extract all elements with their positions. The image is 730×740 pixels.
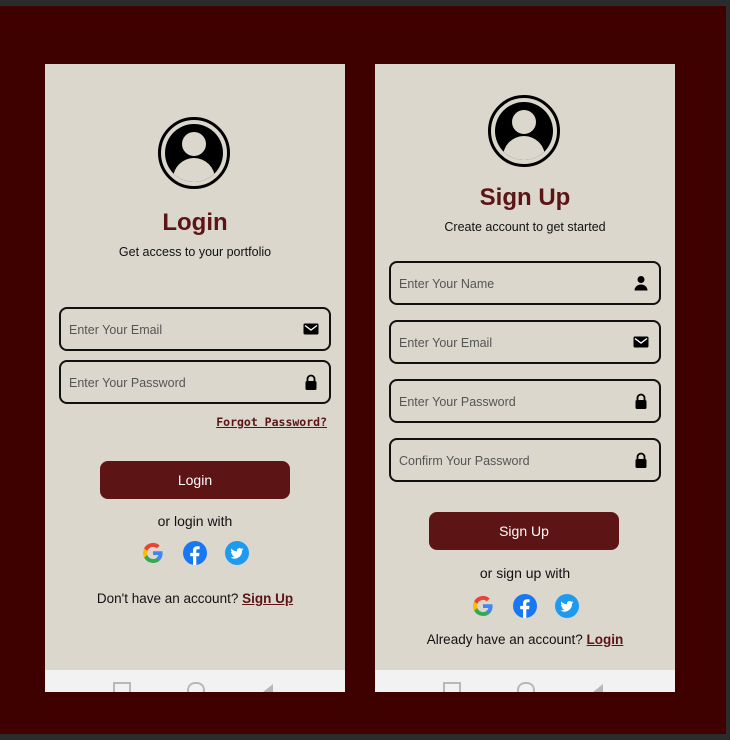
signup-confirm-field[interactable] [389,438,661,482]
signup-link[interactable]: Sign Up [242,591,293,606]
signup-name-field[interactable] [389,261,661,305]
signup-password-field[interactable] [389,379,661,423]
signup-subtitle: Create account to get started [444,220,606,234]
status-bar [45,64,345,68]
signup-name-input[interactable] [397,263,621,305]
google-icon[interactable] [471,594,495,618]
person-icon [634,276,648,291]
user-avatar-icon [158,117,230,189]
login-screen: Login Get access to your portfolio Forgo… [45,64,345,692]
recents-icon[interactable] [443,682,461,692]
signup-title: Sign Up [479,184,571,211]
user-avatar-icon [488,95,560,167]
recents-icon[interactable] [113,682,131,692]
twitter-icon[interactable] [225,541,250,565]
signup-password-input[interactable] [397,381,621,423]
login-button[interactable]: Login [100,461,290,499]
login-footer-text: Don't have an account? [96,591,243,606]
login-email-input[interactable] [67,309,291,351]
facebook-icon[interactable] [513,594,537,618]
signup-social-row [375,594,675,620]
signup-button[interactable]: Sign Up [429,512,619,550]
login-title: Login [162,209,228,236]
twitter-icon[interactable] [555,594,580,618]
google-icon[interactable] [141,541,165,565]
signup-email-input[interactable] [397,322,621,364]
login-password-input[interactable] [67,362,291,404]
facebook-icon[interactable] [183,541,207,565]
login-social-row [45,541,345,567]
lock-icon [635,393,647,409]
home-icon[interactable] [187,682,205,692]
lock-icon [635,452,647,468]
mail-icon [633,336,649,348]
lock-icon [305,374,317,390]
login-or-label: or login with [157,513,233,529]
signup-screen: Sign Up Create account to get started En… [375,64,675,692]
nav-bar [375,670,675,692]
back-icon[interactable] [593,684,603,692]
nav-bar [45,670,345,692]
signup-or-label: or sign up with [479,565,571,581]
login-email-field[interactable] [59,307,331,351]
back-icon[interactable] [263,684,273,692]
signup-email-field[interactable] [389,320,661,364]
home-icon[interactable] [517,682,535,692]
signup-footer: Already have an account? Login [375,632,675,647]
forgot-password-link[interactable]: Forgot Password? [216,415,327,429]
login-footer: Don't have an account? Sign Up [45,591,345,606]
signup-confirm-input[interactable] [397,440,621,482]
signup-footer-text: Already have an account? [426,632,587,647]
login-link[interactable]: Login [587,632,624,647]
login-password-field[interactable] [59,360,331,404]
login-subtitle: Get access to your portfolio [118,245,272,259]
canvas-frame: Login Get access to your portfolio Forgo… [0,6,726,734]
status-bar [375,64,675,68]
mail-icon [303,323,319,335]
